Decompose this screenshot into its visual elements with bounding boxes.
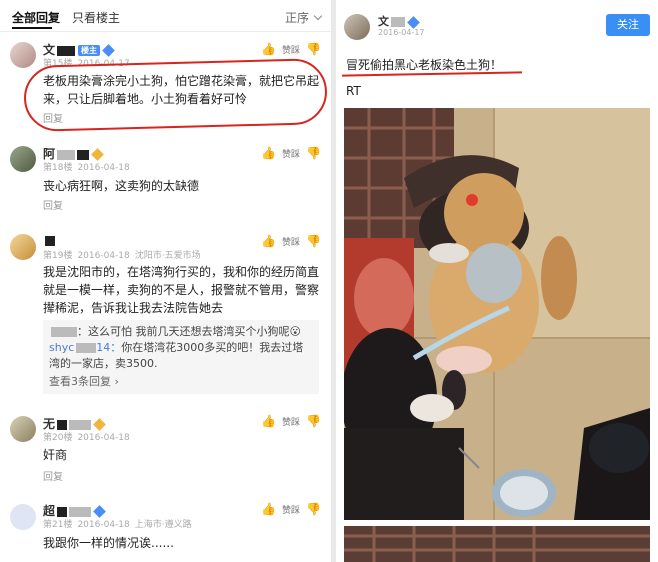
avatar[interactable] [10, 416, 36, 442]
thumbs-down-icon[interactable]: 👍 [306, 146, 321, 160]
vip-icon [102, 44, 115, 57]
username[interactable] [43, 233, 55, 247]
view-more-replies[interactable]: 查看3条回复 › [49, 374, 313, 390]
comment-text: 奸商 [43, 448, 68, 462]
thumbs-down-icon[interactable]: 👍 [306, 502, 321, 516]
comment-meta: 第20楼 2016-04-18 [43, 433, 130, 443]
sub-reply[interactable]: ：这么可怕 我前几天还想去塔湾买个小狗呢😮 [49, 324, 313, 340]
post-date: 2016-04-17 [378, 28, 425, 37]
comment-item: 第19楼 2016-04-18 沈阳市·五爱市场 👍 赞踩 👍 我是沈阳市的，在塔湾狗行… [0, 224, 331, 404]
redacted-name [57, 45, 76, 56]
vote-actions: 👍 赞踩 👍 [261, 502, 321, 516]
reply-link[interactable]: 回复 [43, 110, 63, 125]
post-photo-2[interactable] [344, 526, 650, 562]
comment-text: 丧心病狂啊，这卖狗的太缺德 [43, 179, 200, 193]
redacted-name [57, 149, 76, 160]
comment-text: 我是沈阳市的，在塔湾狗行买的，我和你的经历简直就是一模一样，卖狗的不是人，报警就… [43, 265, 320, 315]
thumbs-down-icon[interactable]: 👍 [306, 414, 321, 428]
comment-panel: 全部回复 只看楼主 正序 文楼主 第15楼 2016-04-17 👍 赞踩 👍 老板用… [0, 0, 331, 562]
chevron-down-icon [313, 11, 323, 21]
vip-icon [91, 148, 104, 161]
vote-actions: 👍 赞踩 👍 [261, 414, 321, 428]
photo-preview [344, 526, 650, 562]
thumbs-down-icon[interactable]: 👍 [306, 234, 321, 248]
thumbs-up-icon[interactable]: 👍 [261, 414, 276, 428]
comment-item: 超 第21楼 2016-04-18 上海市·遵义路 👍 赞踩 👍 我跟你一样的情况诶..… [0, 494, 331, 562]
comment-text: 老板用染膏涂完小土狗，怕它蹭花染膏，就把它吊起来，只让后脚着地。小土狗看着好可怜 [43, 74, 320, 106]
sub-reply[interactable]: shyc 14：你在塔湾花3000多买的吧！我去过塔湾的一家店，卖3500. [49, 340, 313, 372]
post-title: 冒死偷拍黑心老板染色土狗！ [346, 58, 503, 72]
vip-icon [93, 418, 106, 431]
thumbs-up-icon[interactable]: 👍 [261, 234, 276, 248]
vote-actions: 👍 赞踩 👍 [261, 234, 321, 248]
avatar[interactable] [10, 234, 36, 260]
follow-button[interactable]: 关注 [606, 14, 650, 36]
comment-item: 阿 第18楼 2016-04-18 👍 赞踩 👍 丧心病狂啊，这卖狗的太缺德 回复 [0, 136, 331, 216]
sort-dropdown[interactable]: 正序 [284, 9, 323, 26]
post-photo[interactable] [344, 108, 650, 520]
comment-meta: 第21楼 2016-04-18 上海市·遵义路 [43, 520, 192, 530]
redacted-name [76, 343, 97, 353]
vip-icon [407, 15, 420, 29]
comment-meta: 第15楼 2016-04-17 [43, 59, 130, 69]
thumbs-up-icon[interactable]: 👍 [261, 502, 276, 516]
comment-item: 文楼主 第15楼 2016-04-17 👍 赞踩 👍 老板用染膏涂完小土狗，怕它蹭花染… [0, 32, 331, 128]
redacted-name [51, 327, 77, 337]
redacted-name [57, 506, 68, 517]
post-author[interactable]: 文 [378, 13, 420, 29]
comment-meta: 第18楼 2016-04-18 [43, 163, 130, 173]
post-panel: 文 2016-04-17 关注 冒死偷拍黑心老板染色土狗！ RT [336, 0, 658, 562]
reply-tabs: 全部回复 只看楼主 正序 [0, 0, 331, 32]
active-tab-indicator [12, 27, 52, 29]
thumbs-up-icon[interactable]: 👍 [261, 42, 276, 56]
comment-meta: 第19楼 2016-04-18 沈阳市·五爱市场 [43, 251, 201, 261]
op-badge: 楼主 [78, 45, 101, 56]
comment-text: 我跟你一样的情况诶...... [43, 536, 174, 550]
avatar[interactable] [10, 42, 36, 68]
thumbs-up-icon[interactable]: 👍 [261, 146, 276, 160]
post-subtitle: RT [346, 84, 361, 98]
avatar[interactable] [10, 504, 36, 530]
reply-link[interactable]: 回复 [43, 468, 63, 483]
thumbs-down-icon[interactable]: 👍 [306, 42, 321, 56]
reply-link[interactable]: 回复 [43, 197, 63, 212]
redacted-name [45, 235, 55, 246]
tab-op-only[interactable]: 只看楼主 [72, 9, 120, 26]
sort-label: 正序 [284, 11, 309, 25]
vote-actions: 👍 赞踩 👍 [261, 146, 321, 160]
redacted-name [391, 17, 405, 27]
redacted-name [57, 419, 68, 430]
vote-actions: 👍 赞踩 👍 [261, 42, 321, 56]
vip-icon [93, 505, 106, 518]
photo-dog-dyeing [344, 108, 650, 520]
sub-replies: ：这么可怕 我前几天还想去塔湾买个小狗呢😮 shyc 14：你在塔湾花3000多买… [43, 320, 319, 394]
avatar[interactable] [344, 14, 370, 40]
comment-item: 无 第20楼 2016-04-18 👍 赞踩 👍 奸商 回复 [0, 408, 331, 494]
tab-all-replies[interactable]: 全部回复 [12, 9, 60, 26]
avatar[interactable] [10, 146, 36, 172]
